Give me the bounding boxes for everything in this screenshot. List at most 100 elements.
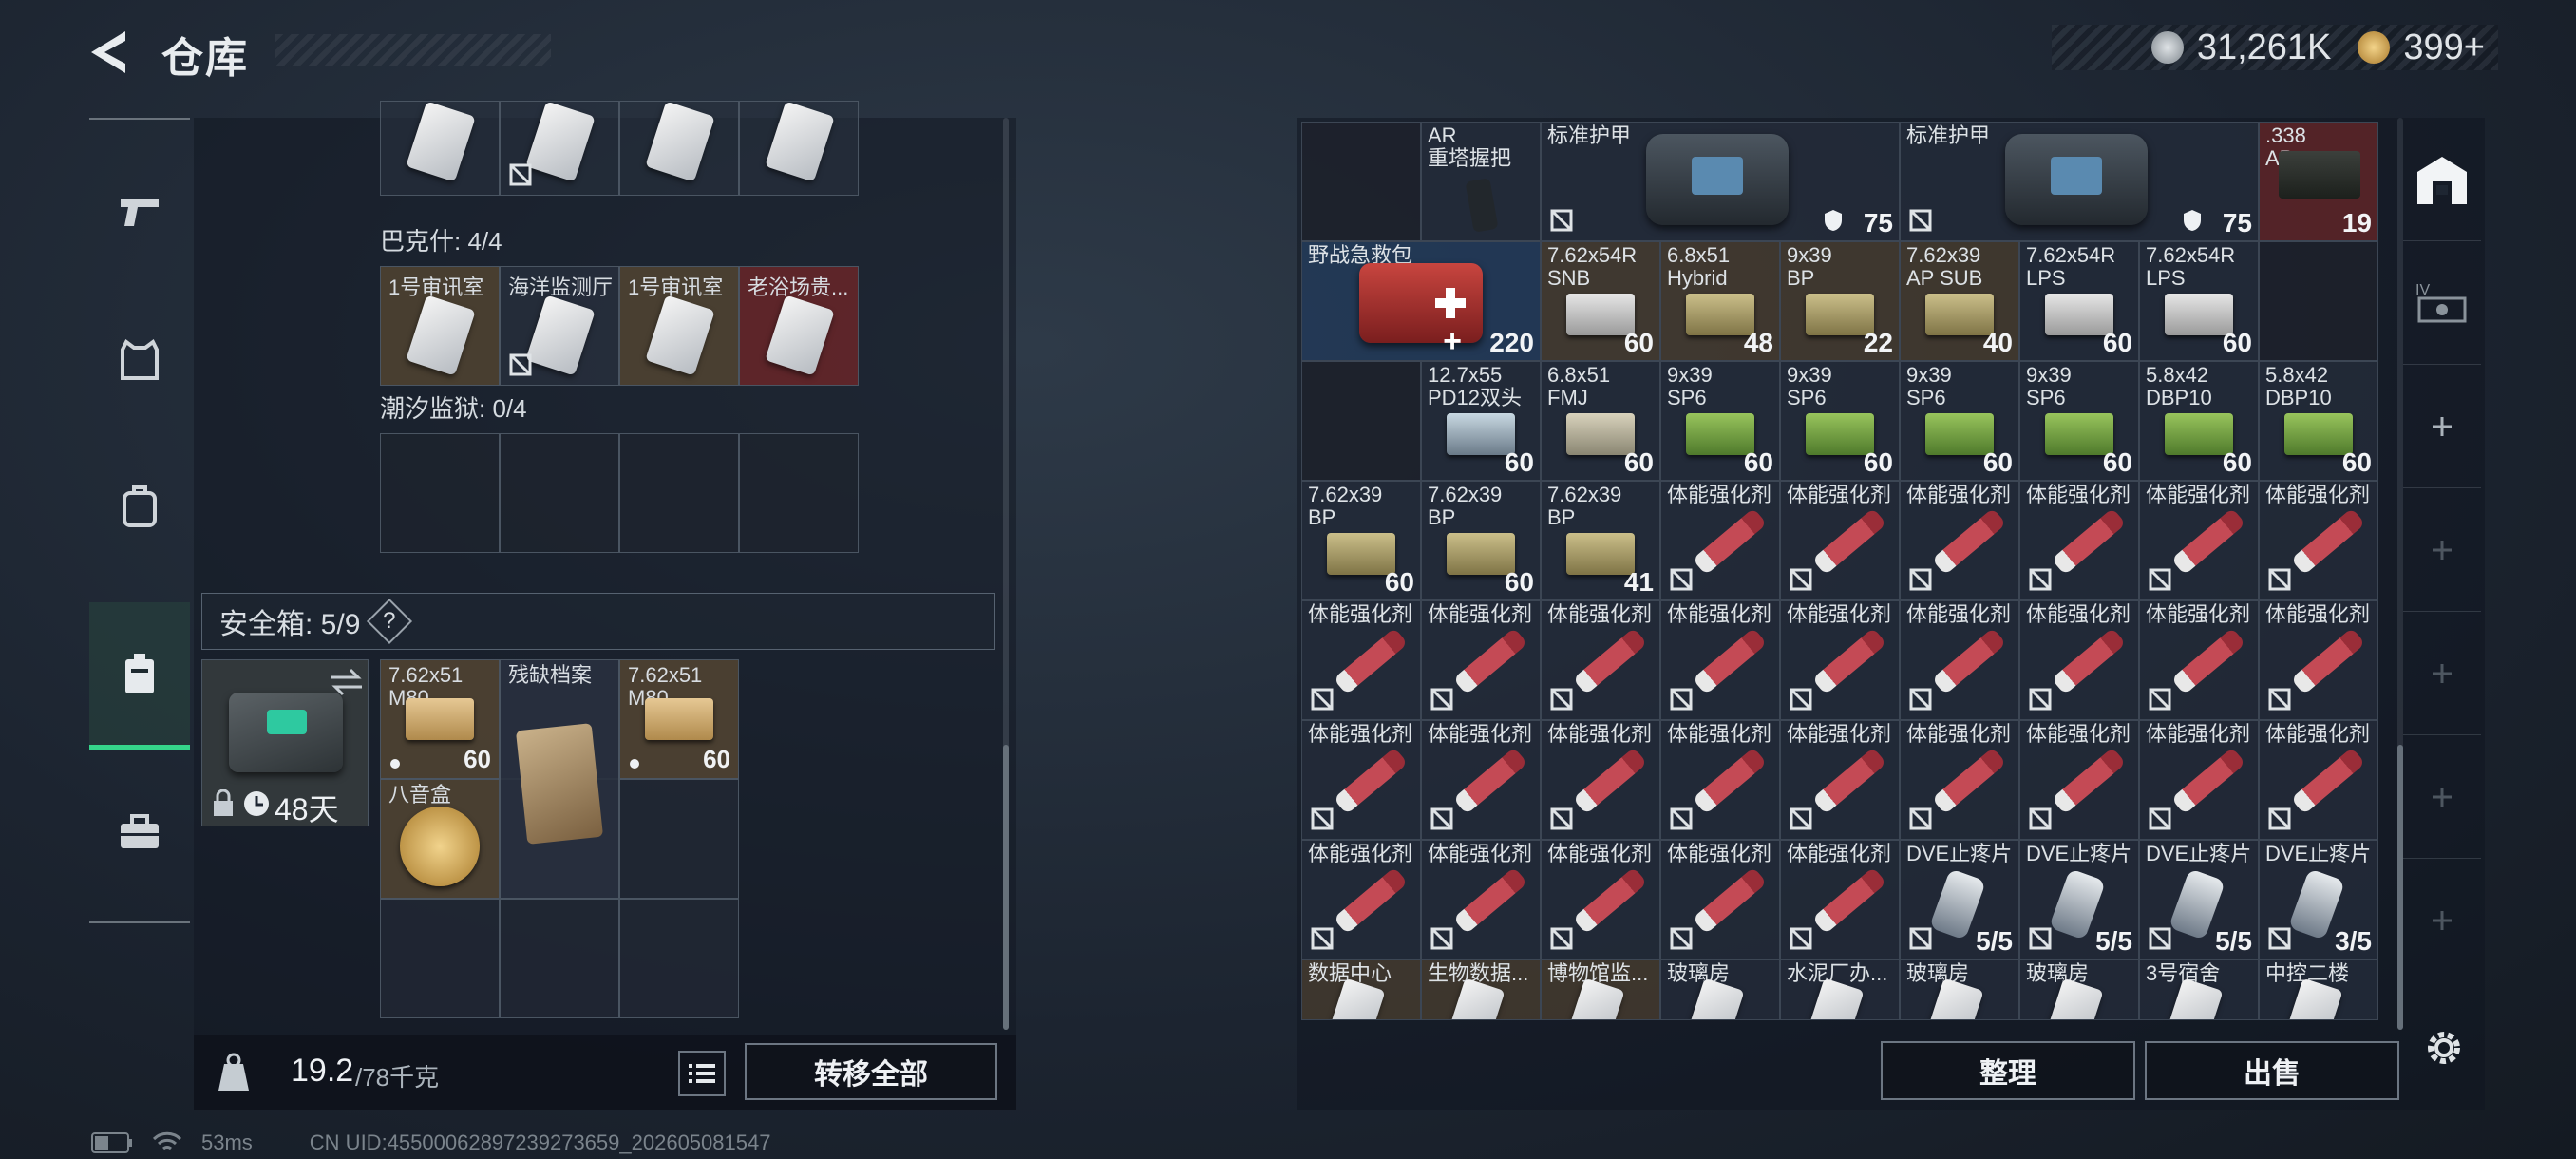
stash-item[interactable]: 体能强化剂 bbox=[1900, 481, 2019, 600]
stash-item[interactable]: 体能强化剂 bbox=[1780, 720, 1900, 840]
safe-box-slot[interactable]: 48天 bbox=[201, 659, 369, 826]
stash-item[interactable]: 体能强化剂 bbox=[1780, 481, 1900, 600]
stash-item[interactable]: 7.62x54R LPS 60 bbox=[2019, 241, 2139, 361]
empty-key-slot[interactable] bbox=[380, 433, 500, 553]
stash-item[interactable] bbox=[2259, 241, 2378, 361]
empty-key-slot[interactable] bbox=[739, 433, 859, 553]
stash-item[interactable]: 体能强化剂 bbox=[2139, 720, 2259, 840]
rail-stash[interactable] bbox=[2403, 118, 2481, 241]
key-slot[interactable] bbox=[380, 101, 500, 196]
key-slot[interactable] bbox=[619, 101, 739, 196]
safe-item[interactable]: 7.62x51 M8060 bbox=[380, 659, 500, 779]
nav-weapons[interactable] bbox=[89, 137, 190, 285]
stash-item[interactable]: 水泥厂办... bbox=[1780, 960, 1900, 1020]
key-slot[interactable] bbox=[500, 101, 619, 196]
stash-item[interactable]: 体能强化剂 bbox=[2259, 600, 2378, 720]
stash-item[interactable]: 体能强化剂 bbox=[1541, 720, 1660, 840]
stash-item[interactable]: DVE止疼片 5/5 bbox=[2019, 840, 2139, 960]
stash-item[interactable]: 9x39 SP6 60 bbox=[1660, 361, 1780, 481]
stash-item[interactable]: 体能强化剂 bbox=[1660, 840, 1780, 960]
list-view-button[interactable] bbox=[678, 1051, 726, 1096]
stash-item[interactable]: 9x39 BP 22 bbox=[1780, 241, 1900, 361]
stash-item[interactable]: 体能强化剂 bbox=[1421, 840, 1541, 960]
safe-slot[interactable] bbox=[619, 899, 739, 1018]
safe-slot[interactable] bbox=[380, 899, 500, 1018]
stash-item[interactable]: 体能强化剂 bbox=[2259, 481, 2378, 600]
stash-item[interactable]: 9x39 SP6 60 bbox=[2019, 361, 2139, 481]
stash-item[interactable]: 体能强化剂 bbox=[1660, 481, 1780, 600]
back-button[interactable] bbox=[84, 25, 133, 80]
key-slot[interactable]: 1号审讯室 bbox=[619, 266, 739, 386]
stash-item[interactable]: 7.62x39 BP 60 bbox=[1421, 481, 1541, 600]
stash-item[interactable]: 玻璃房 bbox=[2019, 960, 2139, 1020]
left-scrollbar[interactable] bbox=[1003, 745, 1009, 1030]
nav-backpack[interactable] bbox=[89, 433, 190, 581]
stash-item[interactable]: 体能强化剂 bbox=[2019, 720, 2139, 840]
stash-item[interactable]: 7.62x54R LPS 60 bbox=[2139, 241, 2259, 361]
safe-slot[interactable] bbox=[500, 899, 619, 1018]
stash-item[interactable]: 体能强化剂 bbox=[2019, 600, 2139, 720]
empty-key-slot[interactable] bbox=[619, 433, 739, 553]
stash-item[interactable]: 玻璃房 bbox=[1660, 960, 1780, 1020]
nav-safe-box[interactable] bbox=[89, 602, 190, 750]
stash-item[interactable]: 野战急救包 +220 bbox=[1301, 241, 1541, 361]
sort-button[interactable]: 整理 bbox=[1881, 1041, 2135, 1100]
stash-item[interactable]: DVE止疼片 5/5 bbox=[1900, 840, 2019, 960]
stash-item[interactable]: 7.62x39 AP SUB 40 bbox=[1900, 241, 2019, 361]
swap-icon[interactable] bbox=[330, 668, 364, 696]
stash-item[interactable]: 5.8x42 DBP10 60 bbox=[2259, 361, 2378, 481]
sell-button[interactable]: 出售 bbox=[2145, 1041, 2399, 1100]
rail-add-2[interactable] bbox=[2403, 488, 2481, 612]
key-slot[interactable] bbox=[739, 101, 859, 196]
stash-item[interactable]: 体能强化剂 bbox=[1780, 840, 1900, 960]
stash-item[interactable] bbox=[1301, 361, 1421, 481]
stash-item[interactable]: 生物数据... bbox=[1421, 960, 1541, 1020]
stash-item[interactable]: 玻璃房 bbox=[1900, 960, 2019, 1020]
stash-item[interactable]: 体能强化剂 bbox=[1541, 840, 1660, 960]
stash-item[interactable]: 12.7x55 PD12双头 60 bbox=[1421, 361, 1541, 481]
rail-add-5[interactable] bbox=[2403, 859, 2481, 982]
nav-toolbox[interactable] bbox=[89, 758, 190, 906]
stash-item[interactable]: 中控二楼 bbox=[2259, 960, 2378, 1020]
stash-item[interactable]: 9x39 SP6 60 bbox=[1900, 361, 2019, 481]
stash-item[interactable]: 7.62x39 BP 41 bbox=[1541, 481, 1660, 600]
stash-item[interactable] bbox=[1301, 122, 1421, 241]
stash-item[interactable]: 体能强化剂 bbox=[1900, 600, 2019, 720]
stash-item[interactable]: 标准护甲 75 bbox=[1900, 122, 2259, 241]
stash-item[interactable]: 体能强化剂 bbox=[1301, 840, 1421, 960]
rail-stash-iv[interactable]: IV bbox=[2403, 241, 2481, 365]
safe-item[interactable]: 7.62x51 M8060 bbox=[619, 659, 739, 779]
transfer-all-button[interactable]: 转移全部 bbox=[745, 1043, 997, 1100]
stash-item[interactable]: 体能强化剂 bbox=[1780, 600, 1900, 720]
help-button[interactable]: ? bbox=[367, 598, 413, 645]
nav-armor[interactable] bbox=[89, 285, 190, 433]
rail-add-3[interactable] bbox=[2403, 612, 2481, 735]
rail-add-4[interactable] bbox=[2403, 735, 2481, 859]
stash-item[interactable]: 体能强化剂 bbox=[2019, 481, 2139, 600]
stash-item[interactable]: 体能强化剂 bbox=[1421, 600, 1541, 720]
empty-key-slot[interactable] bbox=[500, 433, 619, 553]
key-slot[interactable]: 海洋监测厅 bbox=[500, 266, 619, 386]
stash-item[interactable]: 博物馆监... bbox=[1541, 960, 1660, 1020]
stash-item[interactable]: 体能强化剂 bbox=[1660, 600, 1780, 720]
stash-item[interactable]: 标准护甲 75 bbox=[1541, 122, 1900, 241]
stash-item[interactable]: 体能强化剂 bbox=[2139, 600, 2259, 720]
stash-item[interactable]: 6.8x51 FMJ 60 bbox=[1541, 361, 1660, 481]
stash-item[interactable]: 7.62x39 BP 60 bbox=[1301, 481, 1421, 600]
stash-item[interactable]: 体能强化剂 bbox=[1541, 600, 1660, 720]
stash-item[interactable]: 体能强化剂 bbox=[1660, 720, 1780, 840]
stash-item[interactable]: 6.8x51 Hybrid 48 bbox=[1660, 241, 1780, 361]
stash-item[interactable]: 5.8x42 DBP10 60 bbox=[2139, 361, 2259, 481]
stash-item[interactable]: AR 重塔握把 bbox=[1421, 122, 1541, 241]
key-slot[interactable]: 老浴场贵... bbox=[739, 266, 859, 386]
settings-button[interactable] bbox=[2420, 1024, 2468, 1076]
rail-add-1[interactable] bbox=[2403, 365, 2481, 488]
stash-item[interactable]: 体能强化剂 bbox=[1900, 720, 2019, 840]
key-slot[interactable]: 1号审讯室 bbox=[380, 266, 500, 386]
stash-item[interactable]: 体能强化剂 bbox=[1421, 720, 1541, 840]
safe-slot[interactable] bbox=[619, 779, 739, 899]
stash-item[interactable]: 7.62x54R SNB 60 bbox=[1541, 241, 1660, 361]
stash-item[interactable]: 体能强化剂 bbox=[2139, 481, 2259, 600]
stash-item[interactable]: 体能强化剂 bbox=[2259, 720, 2378, 840]
safe-item[interactable]: 残缺档案 bbox=[500, 659, 619, 899]
